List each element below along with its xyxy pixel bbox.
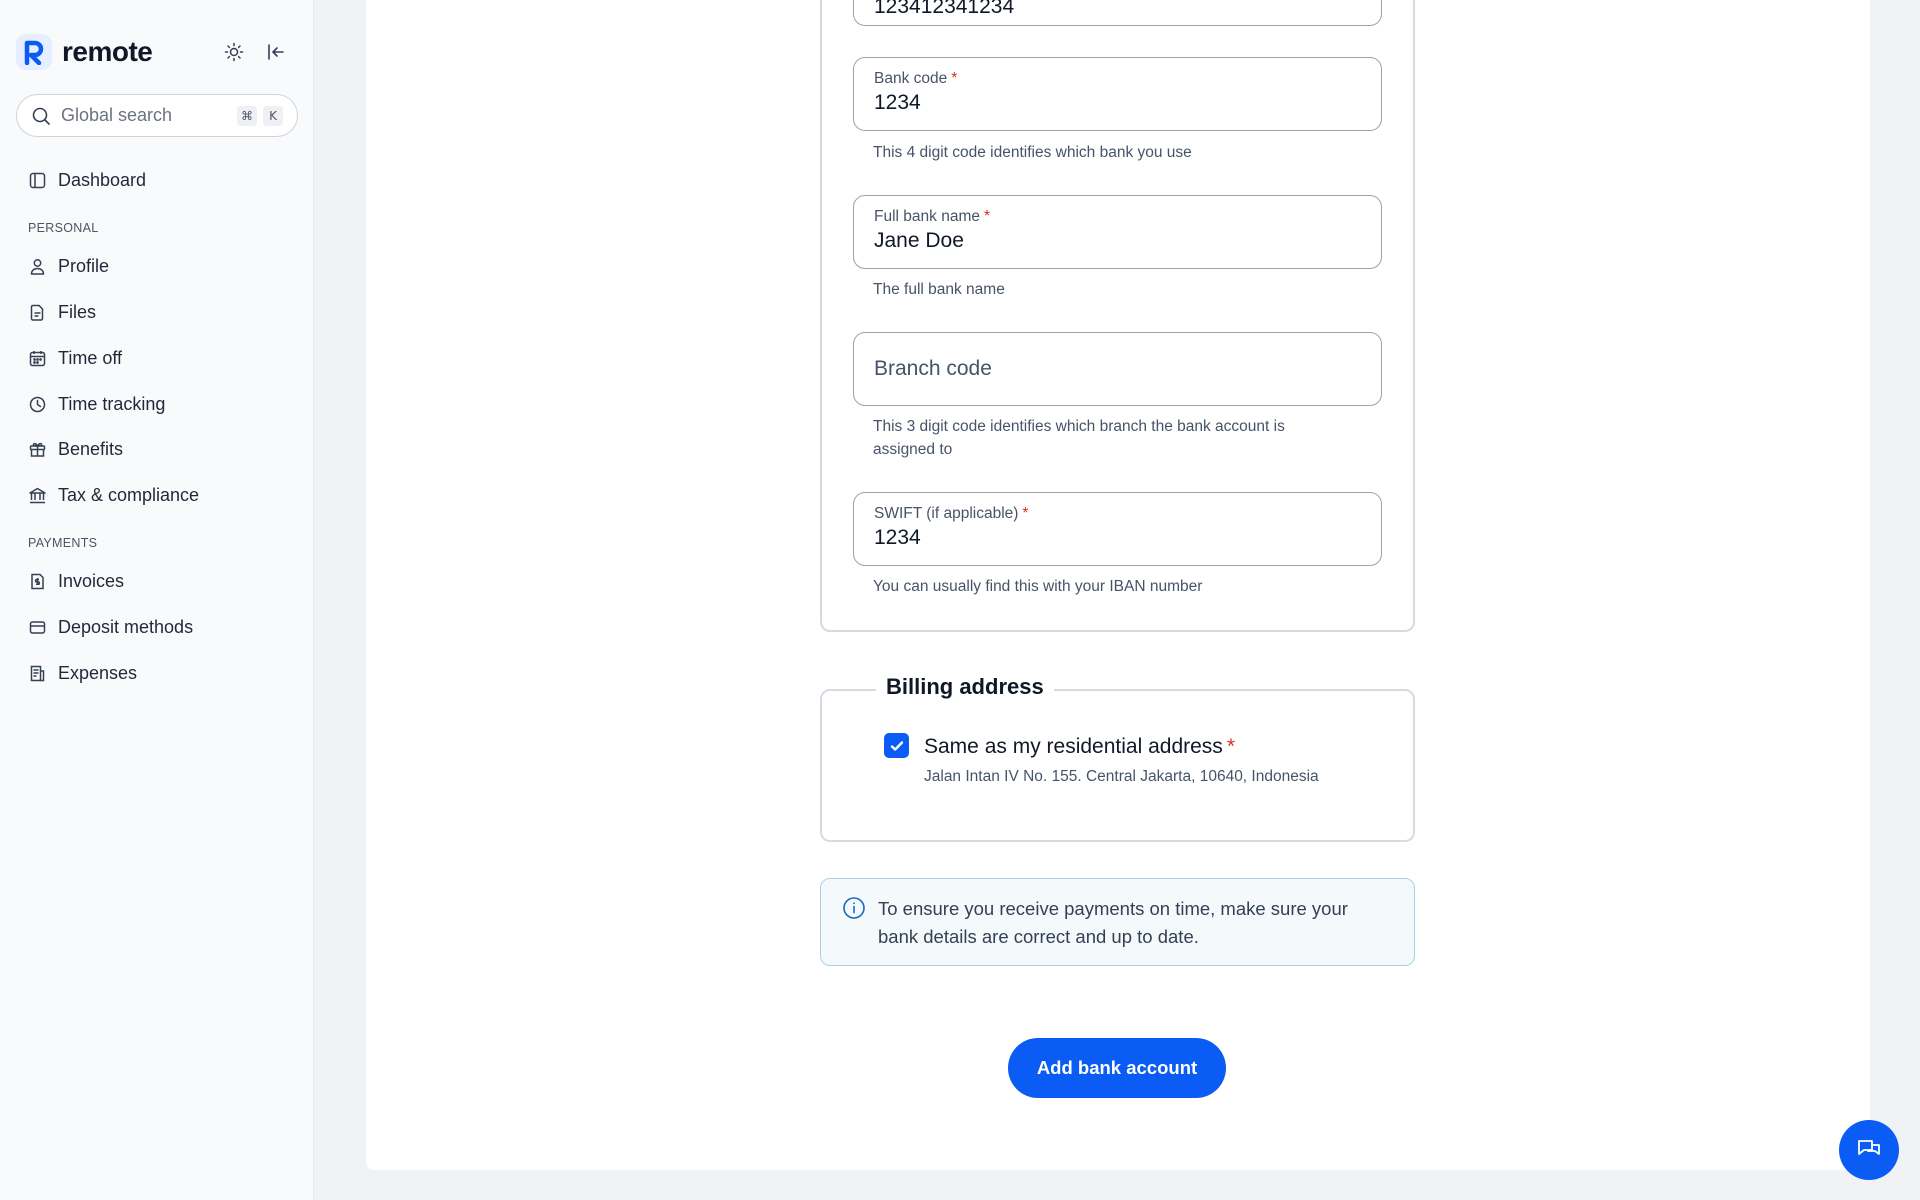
person-icon (28, 257, 46, 275)
sidebar: remote Global search ⌘ K Dashboard PERSO… (0, 0, 314, 1200)
residential-address: Jalan Intan IV No. 155. Central Jakarta,… (924, 768, 1319, 785)
bank-icon (28, 486, 46, 504)
bank-code-field[interactable]: Bank code * 1234 (853, 57, 1382, 131)
section-label-personal: PERSONAL (28, 221, 99, 235)
sidebar-item-label: Invoices (58, 570, 125, 591)
sidebar-item-label: Time off (58, 347, 123, 368)
full-bank-name-field[interactable]: Full bank name * Jane Doe (853, 195, 1382, 269)
sidebar-item-label: Dashboard (58, 169, 147, 190)
info-line: To ensure you receive payments on time, … (878, 898, 1348, 919)
shortcut-k-key: K (263, 105, 283, 126)
help-line: assigned to (873, 441, 953, 458)
clock-icon (28, 395, 46, 413)
invoice-icon (28, 572, 46, 590)
swift-label: SWIFT (if applicable) * (874, 505, 1029, 522)
sidebar-item-time-tracking[interactable]: Time tracking (28, 390, 165, 418)
add-bank-account-button[interactable]: Add bank account (1008, 1038, 1226, 1098)
same-address-checkbox[interactable] (884, 733, 909, 758)
sidebar-item-label: Benefits (58, 438, 124, 459)
account-number-field[interactable]: 123412341234 (853, 0, 1382, 26)
sidebar-item-invoices[interactable]: Invoices (28, 567, 124, 595)
info-banner-text: To ensure you receive payments on time, … (878, 895, 1388, 951)
required-mark: * (1226, 735, 1235, 758)
full-bank-name-help: The full bank name (873, 281, 1005, 298)
help-line: This 3 digit code identifies which branc… (873, 418, 1285, 435)
receipt-icon (28, 664, 46, 682)
section-label-payments: PAYMENTS (28, 536, 98, 550)
global-search-input[interactable]: Global search ⌘ K (16, 94, 298, 137)
bank-code-value: 1234 (874, 91, 921, 114)
swift-help: You can usually find this with your IBAN… (873, 578, 1203, 595)
required-mark: * (951, 70, 958, 87)
account-number-value: 123412341234 (874, 0, 1015, 18)
sidebar-item-dashboard[interactable]: Dashboard (28, 166, 146, 194)
sidebar-item-label: Files (58, 301, 97, 322)
search-icon (32, 107, 50, 125)
dashboard-icon (28, 171, 46, 189)
sidebar-item-label: Time tracking (58, 393, 166, 414)
calendar-icon (28, 349, 46, 367)
shortcut-cmd-key: ⌘ (237, 105, 257, 126)
sidebar-item-label: Tax & compliance (58, 484, 200, 505)
billing-address-title: Billing address (876, 674, 1054, 700)
billing-address-section (820, 689, 1415, 842)
sidebar-item-deposit-methods[interactable]: Deposit methods (28, 613, 193, 641)
required-mark: * (1022, 505, 1029, 522)
sidebar-item-files[interactable]: Files (28, 298, 96, 326)
branch-code-placeholder: Branch code (874, 357, 992, 380)
sidebar-item-tax-compliance[interactable]: Tax & compliance (28, 481, 199, 509)
required-mark: * (983, 208, 991, 225)
full-bank-name-value: Jane Doe (874, 229, 964, 252)
collapse-sidebar-icon[interactable] (264, 40, 288, 64)
chat-icon (1858, 1140, 1880, 1155)
branch-code-field[interactable]: Branch code (853, 332, 1382, 406)
checkmark-icon (890, 740, 903, 751)
swift-field[interactable]: SWIFT (if applicable) * 1234 (853, 492, 1382, 566)
sidebar-item-expenses[interactable]: Expenses (28, 659, 137, 687)
sidebar-item-label: Deposit methods (58, 616, 194, 637)
sidebar-item-benefits[interactable]: Benefits (28, 435, 123, 463)
brand[interactable]: remote (16, 34, 153, 70)
search-placeholder: Global search (61, 105, 173, 125)
file-icon (28, 303, 46, 321)
full-bank-name-label: Full bank name * (874, 208, 991, 225)
swift-value: 1234 (874, 526, 921, 549)
info-line: bank details are correct and up to date. (878, 926, 1199, 947)
sidebar-item-profile[interactable]: Profile (28, 252, 109, 280)
sidebar-item-label: Expenses (58, 662, 138, 683)
sidebar-item-label: Profile (58, 255, 110, 276)
sidebar-item-time-off[interactable]: Time off (28, 344, 122, 372)
gift-icon (28, 440, 46, 458)
branch-code-help: This 3 digit code identifies which branc… (873, 415, 1353, 461)
bank-code-label: Bank code * (874, 70, 958, 87)
info-icon (842, 896, 866, 920)
theme-toggle-sun-icon[interactable] (222, 40, 246, 64)
card-icon (28, 618, 46, 636)
brand-name: remote (62, 36, 153, 67)
chat-support-button[interactable] (1839, 1120, 1899, 1180)
bank-code-help: This 4 digit code identifies which bank … (873, 144, 1192, 161)
same-address-label[interactable]: Same as my residential address * (924, 735, 1235, 759)
remote-logo-icon (16, 34, 52, 70)
